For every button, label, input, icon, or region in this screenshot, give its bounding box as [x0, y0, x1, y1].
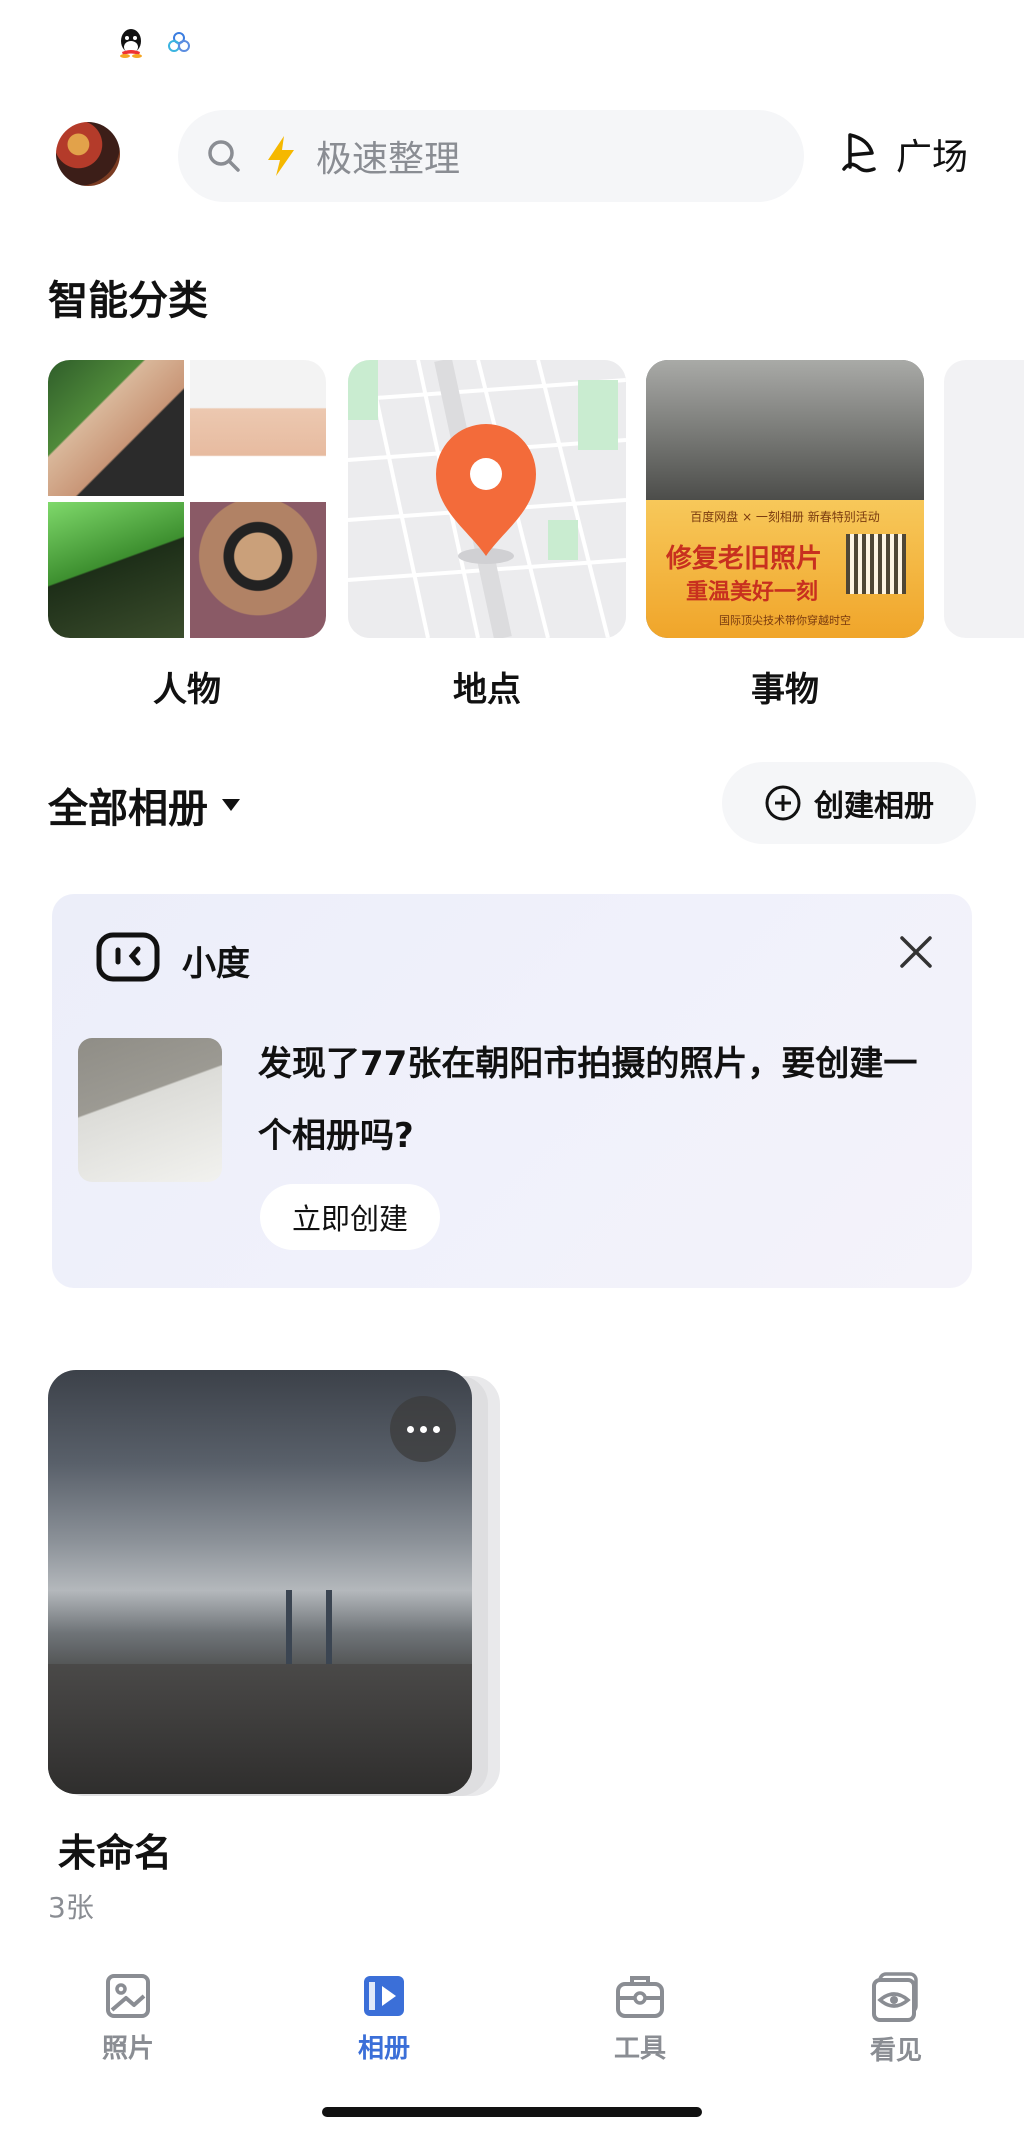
qr-code: [846, 534, 906, 594]
nav-label-discover: 看见: [869, 2036, 922, 2066]
suggestion-message: 发现了77张在朝阳市拍摄的照片，要创建一个相册吗?: [258, 1044, 918, 1156]
nav-label-albums: 相册: [357, 2034, 410, 2064]
nav-discover[interactable]: 看见: [826, 1972, 966, 2067]
toolbox-icon: [616, 1976, 664, 2018]
album-more-button[interactable]: [390, 1396, 456, 1462]
search-bar[interactable]: 极速整理: [178, 110, 804, 202]
close-icon[interactable]: [894, 930, 938, 974]
album-name[interactable]: 未命名: [58, 1822, 172, 1877]
eye-cards-icon: [872, 1972, 918, 2022]
create-album-label: 创建相册: [814, 789, 934, 824]
category-label-people: 人物: [153, 670, 221, 710]
suggestion-thumbnail: [78, 1038, 222, 1182]
nav-albums[interactable]: 相册: [314, 1972, 454, 2065]
album-count: 3张: [48, 1891, 94, 1924]
more-dot: [406, 1425, 414, 1433]
create-album-button[interactable]: 创建相册: [722, 762, 976, 844]
more-dot: [432, 1425, 440, 1433]
caret-down-icon: [222, 799, 240, 811]
nav-label-photos: 照片: [101, 2034, 154, 2064]
person-thumb: [48, 360, 184, 496]
things-photo: [646, 360, 924, 500]
xiaodu-logo-icon: [96, 932, 160, 982]
app-cloud-icon: [168, 32, 190, 52]
road: [48, 1664, 472, 1794]
person-thumb: [190, 502, 326, 638]
album-icon: [364, 1976, 404, 2016]
xiaodu-name: 小度: [182, 944, 250, 984]
category-label-things: 事物: [751, 670, 819, 710]
category-things-tile[interactable]: 百度网盘 × 一刻相册 新春特别活动 修复老旧照片 重温美好一刻 国际顶尖技术带…: [646, 360, 924, 638]
status-bar-icons: [118, 28, 192, 58]
create-now-button[interactable]: 立即创建: [260, 1184, 440, 1250]
nav-photos[interactable]: 照片: [58, 1972, 198, 2065]
person-thumb: [190, 360, 326, 496]
all-albums-dropdown[interactable]: 全部相册: [48, 776, 242, 834]
plaza-label: 广场: [896, 137, 969, 178]
restore-photos-banner: 百度网盘 × 一刻相册 新春特别活动 修复老旧照片 重温美好一刻 国际顶尖技术带…: [646, 500, 924, 638]
plus-circle-icon: [765, 785, 801, 821]
search-placeholder: 极速整理: [316, 139, 461, 180]
plaza-icon: [842, 133, 876, 173]
xiaodu-suggestion-card: 小度 发现了77张在朝阳市拍摄的照片，要创建一个相册吗? 立即创建: [52, 894, 972, 1288]
search-icon: [208, 140, 240, 172]
lightning-icon: [268, 136, 294, 176]
map-illustration: [348, 360, 626, 638]
all-albums-title: 全部相册: [48, 786, 208, 832]
home-indicator: [322, 2107, 702, 2117]
nav-label-tools: 工具: [613, 2034, 666, 2064]
avatar[interactable]: [56, 122, 120, 186]
category-label-places: 地点: [453, 670, 521, 710]
plaza-button[interactable]: 广场: [838, 128, 968, 180]
person-thumb: [48, 502, 184, 638]
category-places-tile[interactable]: [348, 360, 626, 638]
category-next-peek[interactable]: [944, 360, 1024, 638]
nav-tools[interactable]: 工具: [570, 1972, 710, 2065]
qq-icon: [120, 29, 142, 58]
more-dot: [419, 1425, 427, 1433]
smart-category-title: 智能分类: [48, 278, 208, 324]
photo-icon: [106, 1974, 150, 2018]
category-people-tile[interactable]: [48, 360, 326, 638]
